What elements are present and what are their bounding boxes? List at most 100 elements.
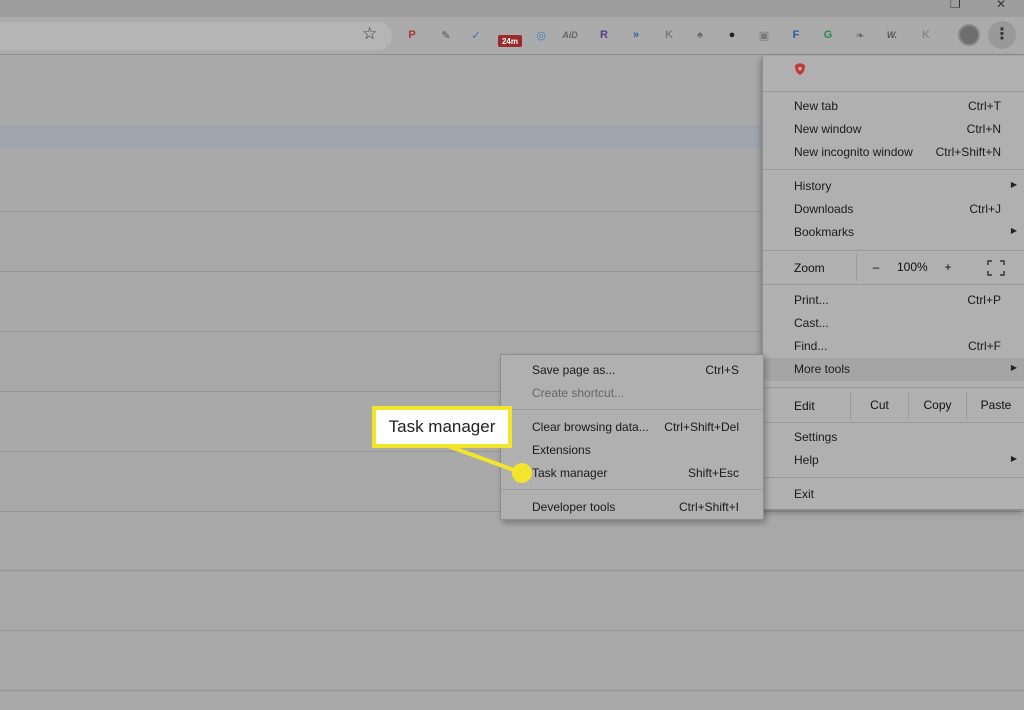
submenu-arrow-icon: ▶ [1010, 180, 1017, 189]
menu-separator [763, 169, 1024, 170]
edit-label: Edit [794, 399, 815, 413]
menu-item-new-incognito-window[interactable]: New incognito window Ctrl+Shift+N [763, 141, 1024, 164]
profile-avatar[interactable] [958, 24, 980, 46]
bookmark-star-icon[interactable]: ☆ [362, 24, 377, 44]
callout-label: Task manager [372, 406, 512, 448]
menu-separator [763, 477, 1024, 478]
shield-icon[interactable] [793, 62, 807, 76]
menu-item-print[interactable]: Print... Ctrl+P [763, 289, 1024, 312]
fullscreen-icon[interactable] [987, 260, 1005, 276]
title-bar: ❐ ✕ [0, 0, 1024, 17]
chrome-menu-button[interactable]: ⋮ [988, 21, 1016, 49]
menu-item-developer-tools[interactable]: Developer tools Ctrl+Shift+I [501, 496, 763, 519]
aid-icon[interactable]: AiD [560, 25, 580, 45]
menu-item-task-manager[interactable]: Task manager Shift+Esc [501, 462, 763, 485]
close-window-button[interactable]: ✕ [996, 0, 1006, 11]
menu-item-label: History [794, 179, 832, 193]
menu-item-history[interactable]: History ▶ [763, 175, 1024, 198]
feedly-icon[interactable]: F [786, 25, 806, 45]
menu-item-shortcut: Ctrl+N [966, 122, 1001, 136]
menu-item-clear-browsing-data[interactable]: Clear browsing data... Ctrl+Shift+Del [501, 416, 763, 439]
menu-item-shortcut: Ctrl+S [705, 363, 739, 377]
edit-row: Edit Cut Copy Paste [763, 392, 1024, 419]
menu-item-label: Create shortcut... [532, 386, 625, 400]
menu-item-extensions[interactable]: Extensions [501, 439, 763, 462]
menu-item-shortcut: Ctrl+Shift+Del [664, 420, 739, 434]
zoom-controls: – 100% + [856, 254, 1024, 281]
menu-item-label: New tab [794, 99, 839, 113]
divider [0, 570, 1024, 571]
restore-window-button[interactable]: ❐ [950, 0, 961, 11]
menu-item-shortcut: Ctrl+Shift+I [678, 500, 739, 514]
r-extension-icon[interactable]: R [594, 25, 614, 45]
menu-item-cast[interactable]: Cast... [763, 312, 1024, 335]
menu-item-label: Extensions [532, 443, 591, 457]
zoom-out-button[interactable]: – [871, 260, 881, 274]
eyedropper-icon[interactable]: ✎ [436, 25, 456, 45]
menu-separator [763, 91, 1024, 92]
zoom-in-button[interactable]: + [943, 260, 953, 274]
pinterest-icon[interactable]: P [402, 25, 422, 45]
menu-separator [763, 250, 1024, 251]
menu-item-save-page-as[interactable]: Save page as... Ctrl+S [501, 359, 763, 382]
zoom-label: Zoom [794, 261, 825, 275]
submenu-arrow-icon: ▶ [1010, 454, 1017, 463]
menu-item-label: Help [794, 453, 819, 467]
menu-item-label: Print... [794, 293, 829, 307]
kr-icon[interactable]: K [916, 25, 936, 45]
timer-badge-icon[interactable]: 24m [498, 35, 522, 47]
copy-button[interactable]: Copy [908, 392, 966, 419]
menu-item-more-tools[interactable]: More tools ▶ [763, 358, 1024, 381]
browser-toolbar: ☆ P ✎ ✓ 24m ◎ AiD R » K ♠ ● ▣ F G ❧ W. K ⋮ [0, 17, 1024, 55]
menu-item-settings[interactable]: Settings [763, 426, 1024, 449]
menu-item-label: Downloads [794, 202, 854, 216]
chrome-main-menu: New tab Ctrl+T New window Ctrl+N New inc… [762, 56, 1024, 510]
menu-item-help[interactable]: Help ▶ [763, 449, 1024, 472]
acorn-icon[interactable]: ♠ [690, 25, 710, 45]
leaf-icon[interactable]: ❧ [850, 25, 870, 45]
menu-item-label: Settings [794, 430, 838, 444]
menu-item-shortcut: Ctrl+J [969, 202, 1001, 216]
clipboard-icon[interactable]: ▣ [754, 25, 774, 45]
divider [0, 630, 1024, 631]
address-bar[interactable] [0, 22, 392, 50]
zoom-level: 100% [897, 260, 928, 274]
menu-item-label: Cast... [794, 316, 829, 330]
menu-item-shortcut: Ctrl+Shift+N [935, 145, 1001, 159]
menu-separator [501, 409, 763, 410]
menu-separator [501, 489, 763, 490]
hootsuite-icon[interactable]: K [659, 25, 679, 45]
menu-item-label: Bookmarks [794, 225, 855, 239]
menu-item-downloads[interactable]: Downloads Ctrl+J [763, 198, 1024, 221]
cut-button[interactable]: Cut [850, 392, 908, 419]
menu-item-label: Find... [794, 339, 828, 353]
menu-item-label: Developer tools [532, 500, 616, 514]
menu-item-shortcut: Ctrl+F [968, 339, 1001, 353]
menu-item-shortcut: Shift+Esc [687, 466, 739, 480]
more-tools-submenu: Save page as... Ctrl+S Create shortcut..… [500, 354, 764, 520]
menu-item-bookmarks[interactable]: Bookmarks ▶ [763, 221, 1024, 244]
menu-item-create-shortcut: Create shortcut... [501, 382, 763, 405]
menu-item-exit[interactable]: Exit [763, 483, 1024, 506]
divider [0, 690, 1024, 691]
menu-item-label: More tools [794, 362, 851, 376]
grammarly-icon[interactable]: G [818, 25, 838, 45]
menu-item-label: Task manager [532, 466, 608, 480]
menu-item-find[interactable]: Find... Ctrl+F [763, 335, 1024, 358]
menu-item-label: Clear browsing data... [532, 420, 649, 434]
wordtune-icon[interactable]: W. [882, 25, 902, 45]
menu-item-label: New incognito window [794, 145, 913, 159]
submenu-arrow-icon: ▶ [1010, 363, 1017, 372]
menu-separator [763, 387, 1024, 388]
compass-icon[interactable]: ◎ [531, 25, 551, 45]
owl-icon[interactable]: ● [722, 25, 742, 45]
menu-item-label: Save page as... [532, 363, 616, 377]
shield-check-icon[interactable]: ✓ [466, 25, 486, 45]
menu-item-label: New window [794, 122, 862, 136]
menu-item-new-tab[interactable]: New tab Ctrl+T [763, 95, 1024, 118]
arrows-icon[interactable]: » [626, 25, 646, 45]
zoom-row: Zoom – 100% + [763, 254, 1024, 281]
menu-separator [763, 422, 1024, 423]
paste-button[interactable]: Paste [966, 392, 1024, 419]
menu-item-new-window[interactable]: New window Ctrl+N [763, 118, 1024, 141]
